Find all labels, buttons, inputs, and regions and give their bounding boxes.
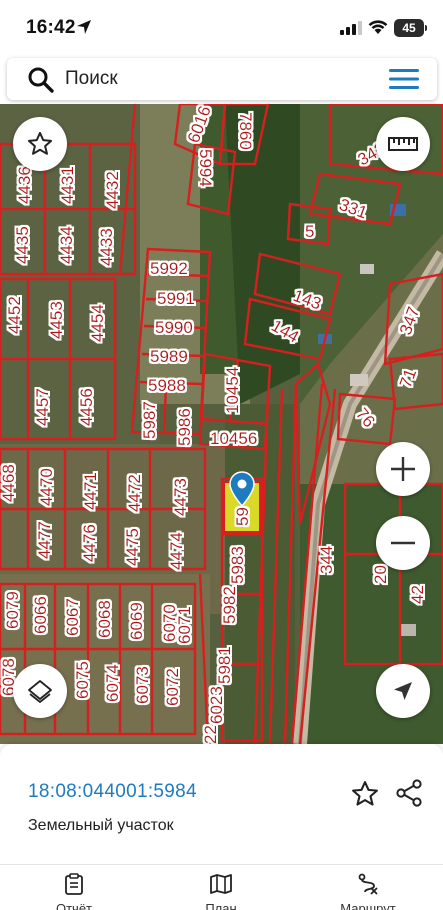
parcel-label: 4473	[171, 478, 190, 516]
favorites-map-button[interactable]	[13, 117, 67, 171]
search-icon[interactable]	[27, 66, 55, 94]
cadastral-number[interactable]: 18:08:044001:5984	[28, 781, 197, 803]
parcel-label: 4471	[81, 472, 100, 510]
hamburger-menu-icon[interactable]	[387, 67, 421, 91]
bottom-tab-bar: Отчёт План Маршрут	[0, 864, 443, 910]
tab-route-label: Маршрут	[340, 901, 396, 910]
parcel-label: 5988	[148, 376, 186, 395]
parcel-label: 344	[317, 546, 336, 574]
plus-icon	[391, 457, 415, 481]
navigation-arrow-icon	[394, 682, 412, 700]
minus-icon	[391, 541, 415, 545]
parcel-label: 5981	[215, 646, 234, 684]
battery-indicator: 45	[394, 19, 427, 37]
zoom-out-button[interactable]	[376, 516, 430, 570]
tab-report-label: Отчёт	[55, 901, 93, 910]
parcel-label: 5989	[150, 347, 188, 366]
parcel-label: 6073	[133, 666, 152, 704]
parcel-label: 4456	[77, 388, 96, 426]
ruler-icon	[388, 137, 418, 151]
parcel-label: 5	[305, 222, 314, 241]
parcel-label: 5987	[140, 401, 159, 439]
parcel-label: 4468	[0, 464, 18, 502]
my-location-button[interactable]	[376, 664, 430, 718]
parcel-label: 6079	[3, 591, 22, 629]
battery-level: 45	[402, 21, 416, 35]
parcel-label: 4475	[123, 528, 142, 566]
map-plan-icon	[210, 874, 232, 894]
wifi-icon	[368, 20, 388, 34]
search-input[interactable]	[65, 65, 365, 93]
parcel-label: 6066	[31, 596, 50, 634]
parcel-label: 4472	[125, 474, 144, 512]
tab-plan[interactable]: План	[161, 873, 281, 910]
parcel-label: 5990	[155, 318, 193, 337]
report-icon	[65, 873, 83, 895]
parcel-label: 20	[371, 565, 390, 584]
parcel-label: 4453	[47, 301, 66, 339]
parcel-label: 5982	[220, 586, 239, 624]
parcel-label: 59	[233, 507, 252, 526]
parcel-label: 5992	[150, 259, 188, 278]
add-favorite-icon[interactable]	[350, 779, 380, 809]
status-bar: 16:42 45	[0, 0, 443, 56]
parcel-label: 4476	[80, 524, 99, 562]
parcel-label: 6023	[207, 686, 226, 724]
parcel-label: 6069	[127, 602, 146, 640]
parcel-label: 4474	[167, 532, 186, 570]
parcel-label: 4454	[88, 304, 107, 342]
tab-route[interactable]: Маршрут	[308, 873, 428, 910]
star-outline-icon	[27, 131, 53, 155]
tab-report[interactable]: Отчёт	[14, 873, 134, 910]
zoom-in-button[interactable]	[376, 442, 430, 496]
parcel-label: 4477	[35, 521, 54, 559]
parcel-label: 6067	[63, 598, 82, 636]
cellular-signal-icon	[340, 21, 362, 35]
parcel-label: 5994	[196, 149, 215, 187]
parcel-label: 6071	[175, 606, 194, 644]
parcel-label: 4434	[57, 226, 76, 264]
parcel-label: 4432	[103, 171, 122, 209]
status-time: 16:42	[26, 17, 76, 38]
parcel-label: 7860	[236, 112, 255, 150]
parcel-label: 4470	[37, 468, 56, 506]
share-icon[interactable]	[394, 778, 424, 808]
parcel-label: 4433	[97, 228, 116, 266]
satellite-map-layer[interactable]: 4435 4436 4431 4432 4434 4433 5992 5991 …	[0, 104, 443, 744]
cadastral-map[interactable]: 4435 4436 4431 4432 4434 4433 5992 5991 …	[0, 104, 443, 744]
layers-icon	[28, 680, 52, 703]
parcel-label: 6068	[95, 600, 114, 638]
parcel-label: 4452	[5, 296, 24, 334]
parcel-label: 10456	[210, 429, 257, 448]
parcel-label: 5991	[157, 289, 195, 308]
location-arrow-icon	[77, 20, 91, 34]
parcel-label: 22	[201, 725, 220, 744]
object-type-label: Земельный участок	[28, 817, 174, 834]
parcel-label: 4435	[13, 226, 32, 264]
parcel-label: 6072	[163, 668, 182, 706]
parcel-info-sheet[interactable]: 18:08:044001:5984 Земельный участок	[0, 744, 443, 864]
parcel-label: 10454	[223, 367, 242, 414]
layers-button[interactable]	[13, 664, 67, 718]
parcel-label: 5983	[228, 546, 247, 584]
parcel-label: 5986	[175, 408, 194, 446]
parcel-label: 4436	[15, 166, 34, 204]
tab-plan-label: План	[205, 901, 237, 910]
parcel-label: 42	[408, 585, 427, 604]
route-icon	[358, 873, 378, 895]
parcel-label: 4431	[58, 166, 77, 204]
search-bar	[7, 58, 437, 100]
parcel-label: 6075	[73, 661, 92, 699]
parcel-label: 6074	[103, 664, 122, 702]
parcel-label: 4457	[33, 388, 52, 426]
ruler-button[interactable]	[376, 117, 430, 171]
